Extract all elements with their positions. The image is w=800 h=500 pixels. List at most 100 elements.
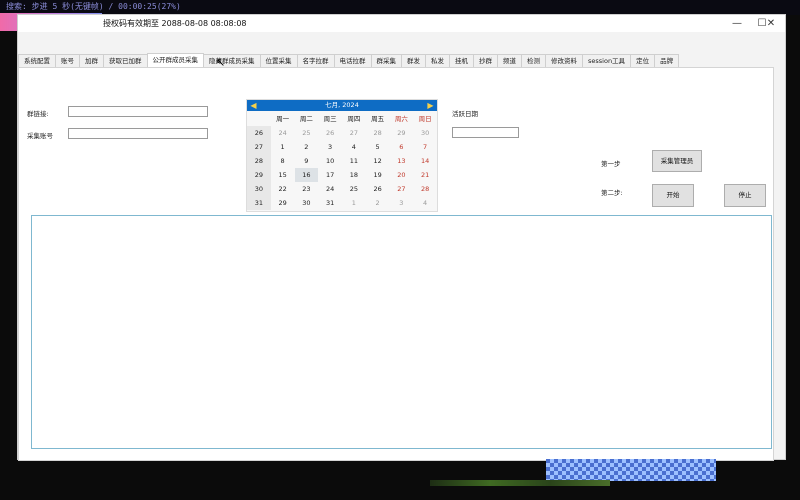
calendar-day[interactable]: 11 (342, 154, 366, 168)
calendar-week-row: 29 15 16 17 18 19 20 21 (247, 168, 437, 182)
calendar-day[interactable]: 3 (318, 140, 342, 154)
calendar-day[interactable]: 30 (413, 126, 437, 140)
tab-17[interactable]: session工具 (582, 54, 632, 67)
calendar-day[interactable]: 3 (390, 196, 414, 210)
calendar-weekday: 周三 (323, 115, 337, 123)
calendar-day[interactable]: 15 (271, 168, 295, 182)
tab-6[interactable]: 位置采集 (259, 54, 298, 67)
tab-15[interactable]: 检测 (521, 54, 546, 67)
calendar-weekday: 周五 (371, 115, 385, 123)
log-output-area[interactable] (31, 215, 772, 449)
calendar-weekday: 周日 (418, 115, 432, 123)
step2-label: 第二步: (601, 189, 623, 197)
calendar-day[interactable]: 6 (390, 140, 414, 154)
calendar-day[interactable]: 28 (413, 182, 437, 196)
tab-7[interactable]: 名字拉群 (296, 54, 335, 67)
calendar-day[interactable]: 1 (342, 196, 366, 210)
calendar-week-number: 30 (247, 182, 271, 196)
calendar-day[interactable]: 23 (295, 182, 319, 196)
minimize-button[interactable]: — (723, 15, 751, 32)
calendar-week-row: 27 1 2 3 4 5 6 7 (247, 140, 437, 154)
calendar-day[interactable]: 22 (271, 182, 295, 196)
calendar-day[interactable]: 8 (271, 154, 295, 168)
tab-3[interactable]: 获取已加群 (103, 54, 148, 67)
calendar-week-row: 26 24 25 26 27 28 29 30 (247, 126, 437, 140)
group-link-label: 群链接: (27, 110, 49, 118)
active-date-input[interactable] (452, 127, 519, 138)
calendar-day[interactable]: 10 (318, 154, 342, 168)
calendar-day[interactable]: 2 (295, 140, 319, 154)
background-strip (430, 480, 610, 486)
window-title: 授权码有效期至 2088-08-08 08:08:08 (103, 19, 247, 28)
collect-account-input[interactable] (68, 128, 208, 139)
calendar-day[interactable]: 7 (413, 140, 437, 154)
calendar-week-row: 30 22 23 24 25 26 27 28 (247, 182, 437, 196)
tab-18[interactable]: 定位 (630, 54, 656, 67)
calendar-day[interactable]: 18 (342, 168, 366, 182)
calendar-day[interactable]: 4 (342, 140, 366, 154)
video-player-status-bar: 搜索: 步进 5 秒(无键帧) / 00:00:25(27%) (0, 0, 800, 15)
tab-19[interactable]: 品牌 (654, 54, 680, 67)
tab-12[interactable]: 挂机 (449, 54, 474, 67)
stop-button[interactable]: 停止 (724, 184, 766, 207)
collect-admins-button[interactable]: 采集管理员 (652, 150, 702, 172)
calendar-weekday-row: 周一 周二 周三 周四 周五 周六 周日 (247, 112, 437, 126)
group-link-input[interactable] (68, 106, 208, 117)
tab-16[interactable]: 修改资料 (545, 54, 583, 67)
right-arrow-icon[interactable]: ▶ (426, 101, 435, 110)
calendar-day[interactable]: 2 (366, 196, 390, 210)
calendar-day[interactable]: 12 (366, 154, 390, 168)
calendar-day[interactable]: 16 (294, 168, 319, 182)
calendar-day[interactable]: 26 (318, 126, 342, 140)
tab-8[interactable]: 电话拉群 (333, 54, 372, 67)
calendar-day[interactable]: 29 (271, 196, 295, 210)
start-button[interactable]: 开始 (652, 184, 694, 207)
mouse-cursor-icon: ↖ (216, 56, 226, 69)
calendar-week-number: 27 (247, 140, 271, 154)
tab-0[interactable]: 系统配置 (18, 54, 56, 67)
left-arrow-icon[interactable]: ◀ (249, 101, 258, 110)
tab-4[interactable]: 公开群成员采集 (146, 53, 204, 67)
tab-9[interactable]: 群采集 (370, 54, 402, 67)
calendar-week-number: 31 (247, 196, 271, 210)
close-button[interactable]: ✕ (757, 15, 785, 32)
calendar-day[interactable]: 27 (390, 182, 414, 196)
calendar-week-row: 28 8 9 10 11 12 13 14 (247, 154, 437, 168)
calendar-day[interactable]: 24 (271, 126, 295, 140)
tab-2[interactable]: 加群 (79, 54, 104, 67)
calendar-day[interactable]: 21 (413, 168, 437, 182)
overlay-checker-pattern (546, 459, 716, 481)
calendar: 七月, 2024 ◀ ▶ 周一 周二 周三 周四 周五 周六 周日 26 24 25 26 27 28 2… (246, 99, 438, 212)
calendar-day[interactable]: 30 (295, 196, 319, 210)
tab-1[interactable]: 账号 (55, 54, 80, 67)
calendar-day[interactable]: 25 (342, 182, 366, 196)
calendar-day[interactable]: 20 (390, 168, 414, 182)
tab-10[interactable]: 群发 (401, 54, 426, 67)
calendar-day[interactable]: 24 (318, 182, 342, 196)
calendar-day[interactable]: 9 (295, 154, 319, 168)
calendar-weekday: 周四 (347, 115, 361, 123)
collect-account-label: 采集账号 (27, 132, 53, 140)
tab-11[interactable]: 私发 (425, 54, 450, 67)
calendar-weekday: 周一 (276, 115, 290, 123)
tab-5[interactable]: 隐藏群成员采集 (203, 54, 261, 67)
calendar-day[interactable]: 1 (271, 140, 295, 154)
calendar-day[interactable]: 13 (390, 154, 414, 168)
calendar-day[interactable]: 19 (366, 168, 390, 182)
calendar-day[interactable]: 17 (318, 168, 342, 182)
calendar-day[interactable]: 5 (366, 140, 390, 154)
calendar-week-row: 31 29 30 31 1 2 3 4 (247, 196, 437, 210)
calendar-day[interactable]: 29 (390, 126, 414, 140)
tab-14[interactable]: 频道 (497, 54, 522, 67)
calendar-day[interactable]: 28 (366, 126, 390, 140)
calendar-corner (247, 112, 271, 126)
calendar-day[interactable]: 14 (413, 154, 437, 168)
calendar-day[interactable]: 25 (295, 126, 319, 140)
calendar-day[interactable]: 4 (413, 196, 437, 210)
tab-13[interactable]: 抄群 (473, 54, 498, 67)
calendar-day[interactable]: 26 (366, 182, 390, 196)
calendar-grid: 周一 周二 周三 周四 周五 周六 周日 26 24 25 26 27 28 29 30 27 1 2 3 4 5 6 7 2… (247, 112, 437, 210)
calendar-month-year: 七月, 2024 (325, 101, 359, 109)
calendar-day[interactable]: 27 (342, 126, 366, 140)
calendar-day[interactable]: 31 (318, 196, 342, 210)
